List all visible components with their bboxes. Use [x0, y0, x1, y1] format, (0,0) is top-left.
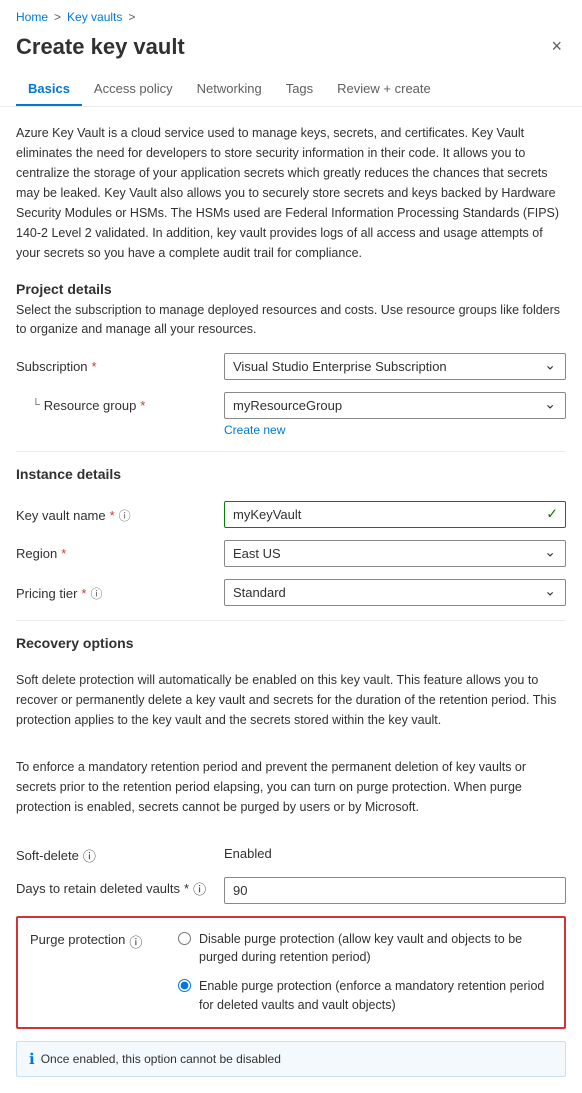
purge-disable-radio[interactable]	[178, 932, 191, 945]
breadcrumb-keyvaults[interactable]: Key vaults	[67, 10, 122, 24]
project-details-desc: Select the subscription to manage deploy…	[16, 301, 566, 339]
sub-arrow-icon: └	[32, 399, 40, 411]
resource-group-required: *	[140, 398, 145, 413]
days-retain-row: Days to retain deleted vaults * ⓘ	[16, 877, 566, 904]
tab-access-policy[interactable]: Access policy	[82, 73, 185, 106]
pricing-tier-control: Standard	[224, 579, 566, 606]
days-retain-input[interactable]	[224, 877, 566, 904]
close-button[interactable]: ×	[547, 32, 566, 61]
region-label: Region *	[16, 540, 216, 561]
pricing-tier-select[interactable]: Standard	[224, 579, 566, 606]
resource-group-control: myResourceGroup Create new	[224, 392, 566, 437]
region-required: *	[61, 546, 66, 561]
key-vault-name-control: ✓	[224, 501, 566, 528]
key-vault-name-check-icon: ✓	[546, 506, 558, 523]
purge-protection-row: Purge protection ⓘ Disable purge protect…	[30, 930, 552, 1015]
pricing-tier-row: Pricing tier * ⓘ Standard	[16, 579, 566, 606]
page-header: Create key vault ×	[0, 28, 582, 73]
info-circle-icon: ℹ	[29, 1050, 35, 1068]
pricing-tier-label: Pricing tier * ⓘ	[16, 579, 216, 602]
tab-basics[interactable]: Basics	[16, 73, 82, 106]
soft-delete-label: Soft-delete ⓘ	[16, 844, 216, 865]
pricing-tier-select-wrapper: Standard	[224, 579, 566, 606]
subscription-select[interactable]: Visual Studio Enterprise Subscription	[224, 353, 566, 380]
create-new-link[interactable]: Create new	[224, 423, 566, 437]
purge-enable-radio[interactable]	[178, 979, 191, 992]
purge-protection-info-icon[interactable]: ⓘ	[129, 932, 142, 951]
project-details-title: Project details	[16, 281, 566, 297]
resource-group-row: └ Resource group * myResourceGroup Creat…	[16, 392, 566, 437]
pricing-tier-required: *	[81, 586, 86, 601]
days-retain-info-icon[interactable]: ⓘ	[193, 879, 206, 898]
breadcrumb-sep2: >	[128, 10, 135, 24]
subscription-required: *	[92, 359, 97, 374]
tab-bar: Basics Access policy Networking Tags Rev…	[0, 73, 582, 107]
divider-1	[16, 451, 566, 452]
purge-protection-section: Purge protection ⓘ Disable purge protect…	[16, 916, 566, 1029]
description-text: Azure Key Vault is a cloud service used …	[16, 123, 566, 263]
main-content: Azure Key Vault is a cloud service used …	[0, 107, 582, 1093]
days-retain-label: Days to retain deleted vaults * ⓘ	[16, 877, 216, 898]
purge-disable-option[interactable]: Disable purge protection (allow key vaul…	[178, 930, 552, 968]
key-vault-name-info-icon[interactable]: ⓘ	[119, 507, 131, 524]
divider-2	[16, 620, 566, 621]
key-vault-name-label: Key vault name * ⓘ	[16, 501, 216, 524]
breadcrumb: Home > Key vaults >	[0, 0, 582, 28]
subscription-control: Visual Studio Enterprise Subscription	[224, 353, 566, 380]
purge-enable-label: Enable purge protection (enforce a manda…	[199, 977, 552, 1015]
purge-protection-label: Purge protection ⓘ	[30, 930, 170, 951]
days-retain-control	[224, 877, 566, 904]
purge-disable-label: Disable purge protection (allow key vaul…	[199, 930, 552, 968]
tab-review-create[interactable]: Review + create	[325, 73, 443, 106]
key-vault-name-required: *	[110, 508, 115, 523]
subscription-select-wrapper: Visual Studio Enterprise Subscription	[224, 353, 566, 380]
info-bar: ℹ Once enabled, this option cannot be di…	[16, 1041, 566, 1077]
tab-tags[interactable]: Tags	[274, 73, 325, 106]
region-control: East US	[224, 540, 566, 567]
key-vault-name-row: Key vault name * ⓘ ✓	[16, 501, 566, 528]
region-row: Region * East US	[16, 540, 566, 567]
soft-delete-value: Enabled	[224, 844, 566, 861]
subscription-label: Subscription *	[16, 353, 216, 374]
instance-details-title: Instance details	[16, 466, 566, 482]
pricing-tier-info-icon[interactable]: ⓘ	[90, 585, 102, 602]
soft-delete-info-icon[interactable]: ⓘ	[83, 846, 96, 865]
breadcrumb-sep1: >	[54, 10, 61, 24]
subscription-row: Subscription * Visual Studio Enterprise …	[16, 353, 566, 380]
resource-group-select[interactable]: myResourceGroup	[224, 392, 566, 419]
info-bar-text: Once enabled, this option cannot be disa…	[41, 1052, 281, 1066]
days-retain-required: *	[184, 881, 189, 896]
soft-delete-row: Soft-delete ⓘ Enabled	[16, 844, 566, 865]
key-vault-name-input[interactable]	[224, 501, 566, 528]
resource-group-select-wrapper: myResourceGroup	[224, 392, 566, 419]
recovery-title: Recovery options	[16, 635, 566, 651]
page-title: Create key vault	[16, 34, 185, 60]
region-select[interactable]: East US	[224, 540, 566, 567]
resource-group-label: └ Resource group *	[16, 392, 216, 413]
purge-enable-option[interactable]: Enable purge protection (enforce a manda…	[178, 977, 552, 1015]
purge-options: Disable purge protection (allow key vaul…	[178, 930, 552, 1015]
breadcrumb-home[interactable]: Home	[16, 10, 48, 24]
tab-networking[interactable]: Networking	[185, 73, 274, 106]
region-select-wrapper: East US	[224, 540, 566, 567]
recovery-text-1: Soft delete protection will automaticall…	[16, 670, 566, 730]
recovery-text-2: To enforce a mandatory retention period …	[16, 757, 566, 817]
